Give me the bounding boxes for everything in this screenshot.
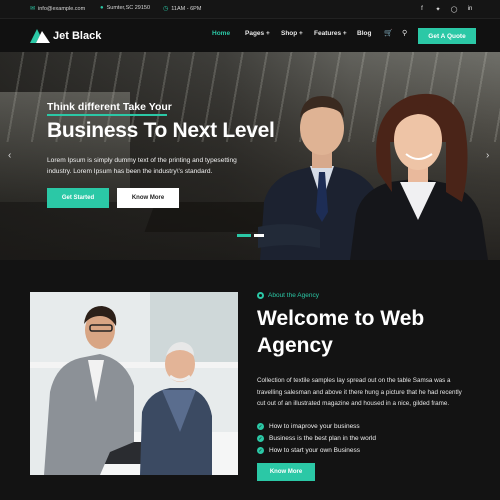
slider-dot-2[interactable] [254,234,264,237]
about-description: Collection of textile samples lay spread… [257,377,462,407]
main-navbar: Jet Black Home Pages + Shop + Features +… [0,18,500,52]
about-label-text: About the Agency [268,292,319,299]
facebook-icon[interactable]: f [417,4,427,14]
address-text: Sumter,SC 29150 [106,5,151,11]
check-circle-icon: ✓ [257,423,264,430]
clock-icon: ◷ [163,6,169,12]
checklist-item: ✓ Business is the best plan in the world [257,435,376,442]
mail-icon: ✉ [30,6,36,12]
top-info-bar: ✉ info@example.com ● Sumter,SC 29150 ◷ 1… [0,0,500,18]
cart-icon[interactable]: 🛒 [384,29,393,37]
hours-text: 11AM - 6PM [171,5,202,12]
checklist-item: ✓ How to imaprove your business [257,423,360,430]
about-office-image [30,292,238,475]
twitter-icon[interactable]: ✦ [433,4,443,14]
hero-description: Lorem Ipsum is simply dummy text of the … [47,157,237,175]
address-info: ● Sumter,SC 29150 [100,5,150,11]
checklist-item: ✓ How to start your own Business [257,447,360,454]
about-know-more-button[interactable]: Know More [257,463,315,481]
email-text: info@example.com [38,5,86,12]
about-title: Welcome to Web Agency [257,307,425,357]
nav-home[interactable]: Home [212,30,230,37]
checklist-item-label: How to start your own Business [269,447,361,454]
hero-subtitle-underline [47,114,167,116]
checklist-item-label: How to imaprove your business [269,423,360,430]
slider-dot-1[interactable] [237,234,251,237]
get-started-button[interactable]: Get Started [47,188,109,208]
checklist-item-label: Business is the best plan in the world [269,435,376,442]
hero-know-more-button[interactable]: Know More [117,188,179,208]
target-icon [257,292,264,299]
about-label: About the Agency [257,292,319,299]
get-quote-button[interactable]: Get A Quote [418,28,476,44]
location-icon: ● [100,5,104,11]
logo-text: Jet Black [53,30,102,42]
hero-title: Business To Next Level [47,119,275,142]
business-people-image [258,93,488,260]
hours-info: ◷ 11AM - 6PM [163,5,202,13]
slider-prev-icon[interactable]: ‹ [8,150,11,161]
check-circle-icon: ✓ [257,435,264,442]
instagram-icon[interactable]: ◯ [449,4,459,14]
linkedin-icon[interactable]: in [465,4,475,14]
slider-next-icon[interactable]: › [486,150,489,161]
search-icon[interactable]: ⚲ [402,29,407,37]
logo[interactable]: Jet Black [30,28,101,44]
nav-blog[interactable]: Blog [357,30,371,37]
hero-subtitle: Think different Take Your [47,101,172,113]
logo-mark-icon [30,29,50,43]
check-circle-icon: ✓ [257,447,264,454]
nav-shop[interactable]: Shop + [281,30,303,37]
nav-pages[interactable]: Pages + [245,30,270,37]
nav-features[interactable]: Features + [314,30,347,37]
email-info[interactable]: ✉ info@example.com [30,5,86,13]
